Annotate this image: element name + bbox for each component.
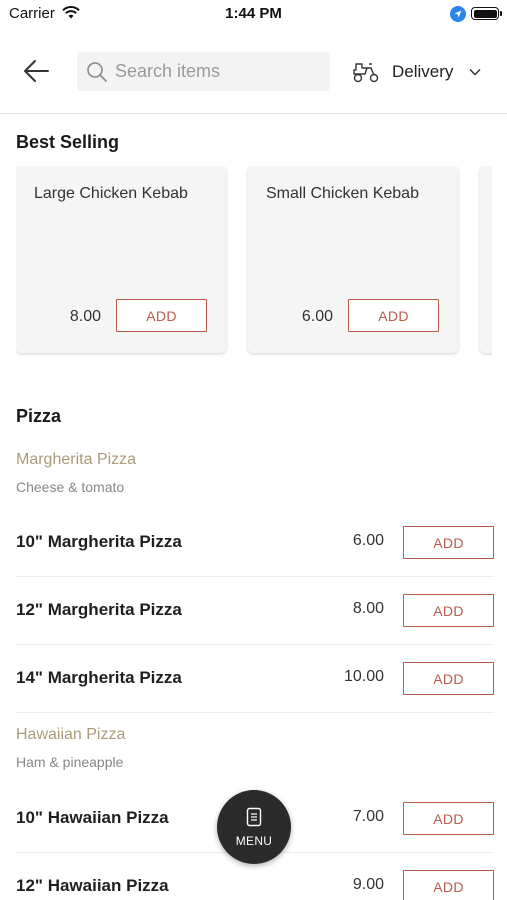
add-button[interactable]: ADD — [403, 594, 494, 627]
product-name: Large Chicken Kebab — [34, 185, 188, 202]
status-bar: Carrier 1:44 PM — [0, 0, 507, 30]
item-name: 10" Margherita Pizza — [16, 532, 182, 551]
menu-fab-label: MENU — [235, 834, 273, 848]
menu-item-row[interactable]: 10" Margherita Pizza 6.00 ADD — [16, 510, 494, 577]
scooter-icon — [353, 63, 379, 83]
back-arrow-icon — [24, 60, 49, 82]
product-price: 6.00 — [301, 308, 333, 325]
best-selling-carousel[interactable]: Large Chicken Kebab 8.00 ADD Small Chick… — [16, 166, 492, 356]
delivery-label: Delivery — [392, 62, 454, 81]
subcategory-title: Margherita Pizza — [16, 451, 137, 468]
best-selling-title: Best Selling — [16, 132, 120, 152]
battery-icon — [471, 7, 502, 20]
subcategory-title: Hawaiian Pizza — [16, 726, 126, 743]
add-button[interactable]: ADD — [403, 870, 494, 900]
add-button[interactable]: ADD — [403, 662, 494, 695]
product-card[interactable]: Small Chicken Kebab 6.00 ADD — [248, 166, 458, 353]
search-icon — [87, 62, 107, 82]
menu-fab-button[interactable]: MENU — [217, 790, 291, 864]
add-button[interactable]: ADD — [403, 802, 494, 835]
delivery-mode-selector[interactable]: Delivery — [352, 58, 487, 86]
item-price: 6.00 — [352, 532, 384, 549]
status-time: 1:44 PM — [225, 5, 282, 22]
item-price: 10.00 — [343, 668, 384, 685]
product-name: Small Chicken Kebab — [266, 185, 419, 202]
menu-item-row[interactable]: 12" Margherita Pizza 8.00 ADD — [16, 578, 494, 645]
product-card-partial[interactable] — [480, 166, 492, 353]
item-price: 8.00 — [352, 600, 384, 617]
pizza-section-title: Pizza — [16, 406, 62, 426]
add-button[interactable]: ADD — [348, 299, 439, 332]
location-arrow-icon — [450, 6, 466, 27]
add-button[interactable]: ADD — [116, 299, 207, 332]
subcategory-description: Ham & pineapple — [16, 754, 124, 770]
menu-item-row[interactable]: 14" Margherita Pizza 10.00 ADD — [16, 646, 494, 713]
back-button[interactable] — [20, 56, 54, 86]
product-card[interactable]: Large Chicken Kebab 8.00 ADD — [16, 166, 226, 353]
menu-book-icon — [246, 807, 262, 827]
product-price: 8.00 — [69, 308, 101, 325]
item-name: 14" Margherita Pizza — [16, 668, 182, 687]
search-box[interactable] — [77, 52, 330, 91]
item-price: 9.00 — [352, 876, 384, 893]
subcategory-description: Cheese & tomato — [16, 479, 125, 495]
chevron-down-icon — [469, 68, 481, 76]
search-input[interactable] — [115, 52, 320, 91]
item-price: 7.00 — [352, 808, 384, 825]
item-name: 12" Hawaiian Pizza — [16, 876, 169, 895]
header: Delivery — [0, 30, 507, 114]
item-name: 12" Margherita Pizza — [16, 600, 182, 619]
item-name: 10" Hawaiian Pizza — [16, 808, 169, 827]
add-button[interactable]: ADD — [403, 526, 494, 559]
